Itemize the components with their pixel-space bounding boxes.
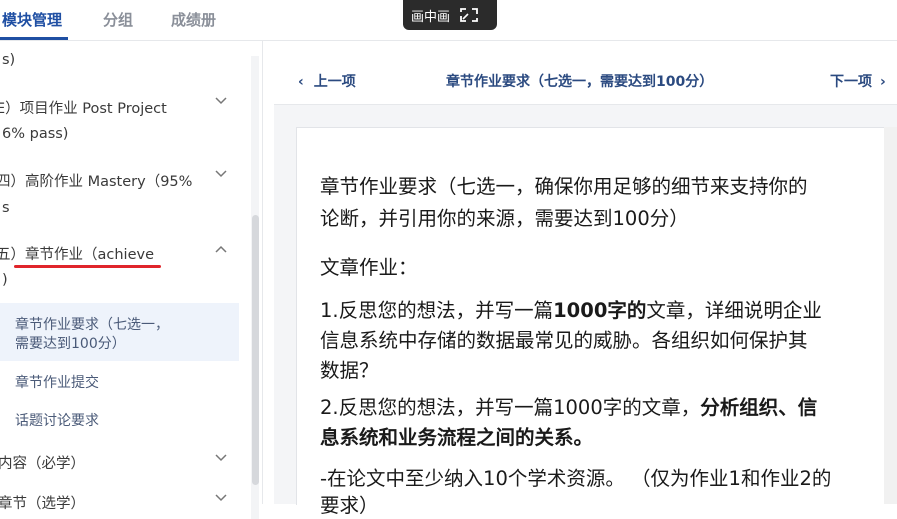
sidebar-subitem-requirements-line1[interactable]: 章节作业要求（七选一，: [15, 314, 169, 334]
content-navbar: ‹ 上一项 章节作业要求（七选一，需要达到100分） 下一项 ›: [274, 57, 897, 105]
pip-exit-icon: [460, 8, 478, 22]
doc-note: -在论文中至少纳入10个学术资源。 （仅为作业1和作业2的: [320, 467, 832, 490]
sidebar-item-tail: s: [2, 200, 10, 216]
chevron-down-icon[interactable]: [215, 494, 227, 502]
active-tab-indicator: [0, 37, 68, 40]
next-item-link[interactable]: 下一项 ›: [830, 71, 886, 91]
sidebar-item-content[interactable]: 内容（必学）: [0, 452, 85, 473]
sidebar-subitem-requirements-line2[interactable]: 需要达到100分）: [15, 333, 126, 353]
pip-label: 画中画: [411, 9, 451, 25]
chevron-down-icon[interactable]: [215, 97, 227, 105]
chevron-left-icon: ‹: [298, 74, 304, 90]
doc-question-1-line3: 数据？: [320, 359, 379, 382]
doc-heading-line1: 章节作业要求（七选一，确保你用足够的细节来支持你的: [320, 175, 808, 198]
doc-question-2: 2.反思您的想法，并写一篇1000字的文章，分析组织、信: [320, 396, 818, 419]
sidebar-item-chapter-homework[interactable]: 五）章节作业（achieve: [0, 243, 154, 264]
sidebar-item-tail: ): [2, 272, 8, 288]
doc-question-1-line2: 信息系统中存储的数据最常见的威胁。各组织如何保护其: [320, 329, 808, 352]
doc-question-1: 1.反思您的想法，并写一篇1000字的文章，详细说明企业: [320, 299, 822, 322]
doc-question-2-line2: 息系统和业务流程之间的关系。: [320, 426, 594, 449]
chevron-down-icon[interactable]: [215, 170, 227, 178]
sidebar-subitem-discussion[interactable]: 话题讨论要求: [15, 410, 99, 430]
annotation-underline: [14, 265, 161, 268]
page-title: 章节作业要求（七选一，需要达到100分）: [446, 74, 714, 90]
sidebar-item-tail: 6% pass): [2, 126, 69, 142]
doc-section-title: 文章作业：: [320, 256, 418, 279]
chevron-down-icon[interactable]: [215, 454, 227, 462]
chevron-right-icon: ›: [880, 74, 886, 90]
prev-item-link[interactable]: ‹ 上一项: [298, 71, 356, 91]
sidebar-item-optional[interactable]: 章节（选学）: [0, 492, 85, 513]
doc-heading-line2: 论断，并引用你的来源，需要达到100分）: [320, 207, 689, 230]
tab-module-management[interactable]: 模块管理: [2, 9, 62, 30]
document-scrollbar[interactable]: [884, 127, 897, 504]
tab-gradebook[interactable]: 成绩册: [171, 9, 216, 30]
chevron-up-icon[interactable]: [215, 245, 227, 253]
sidebar-subitem-submit[interactable]: 章节作业提交: [15, 372, 99, 392]
sidebar-fragment-top: s): [2, 52, 16, 68]
sidebar-item-post-project[interactable]: E）项目作业 Post Project: [0, 97, 167, 118]
sidebar-scrollbar-thumb[interactable]: [252, 215, 259, 485]
pip-button[interactable]: 画中画: [403, 0, 497, 30]
sidebar-item-mastery[interactable]: 四）高阶作业 Mastery（95%: [0, 170, 192, 191]
tab-groups[interactable]: 分组: [103, 9, 133, 30]
